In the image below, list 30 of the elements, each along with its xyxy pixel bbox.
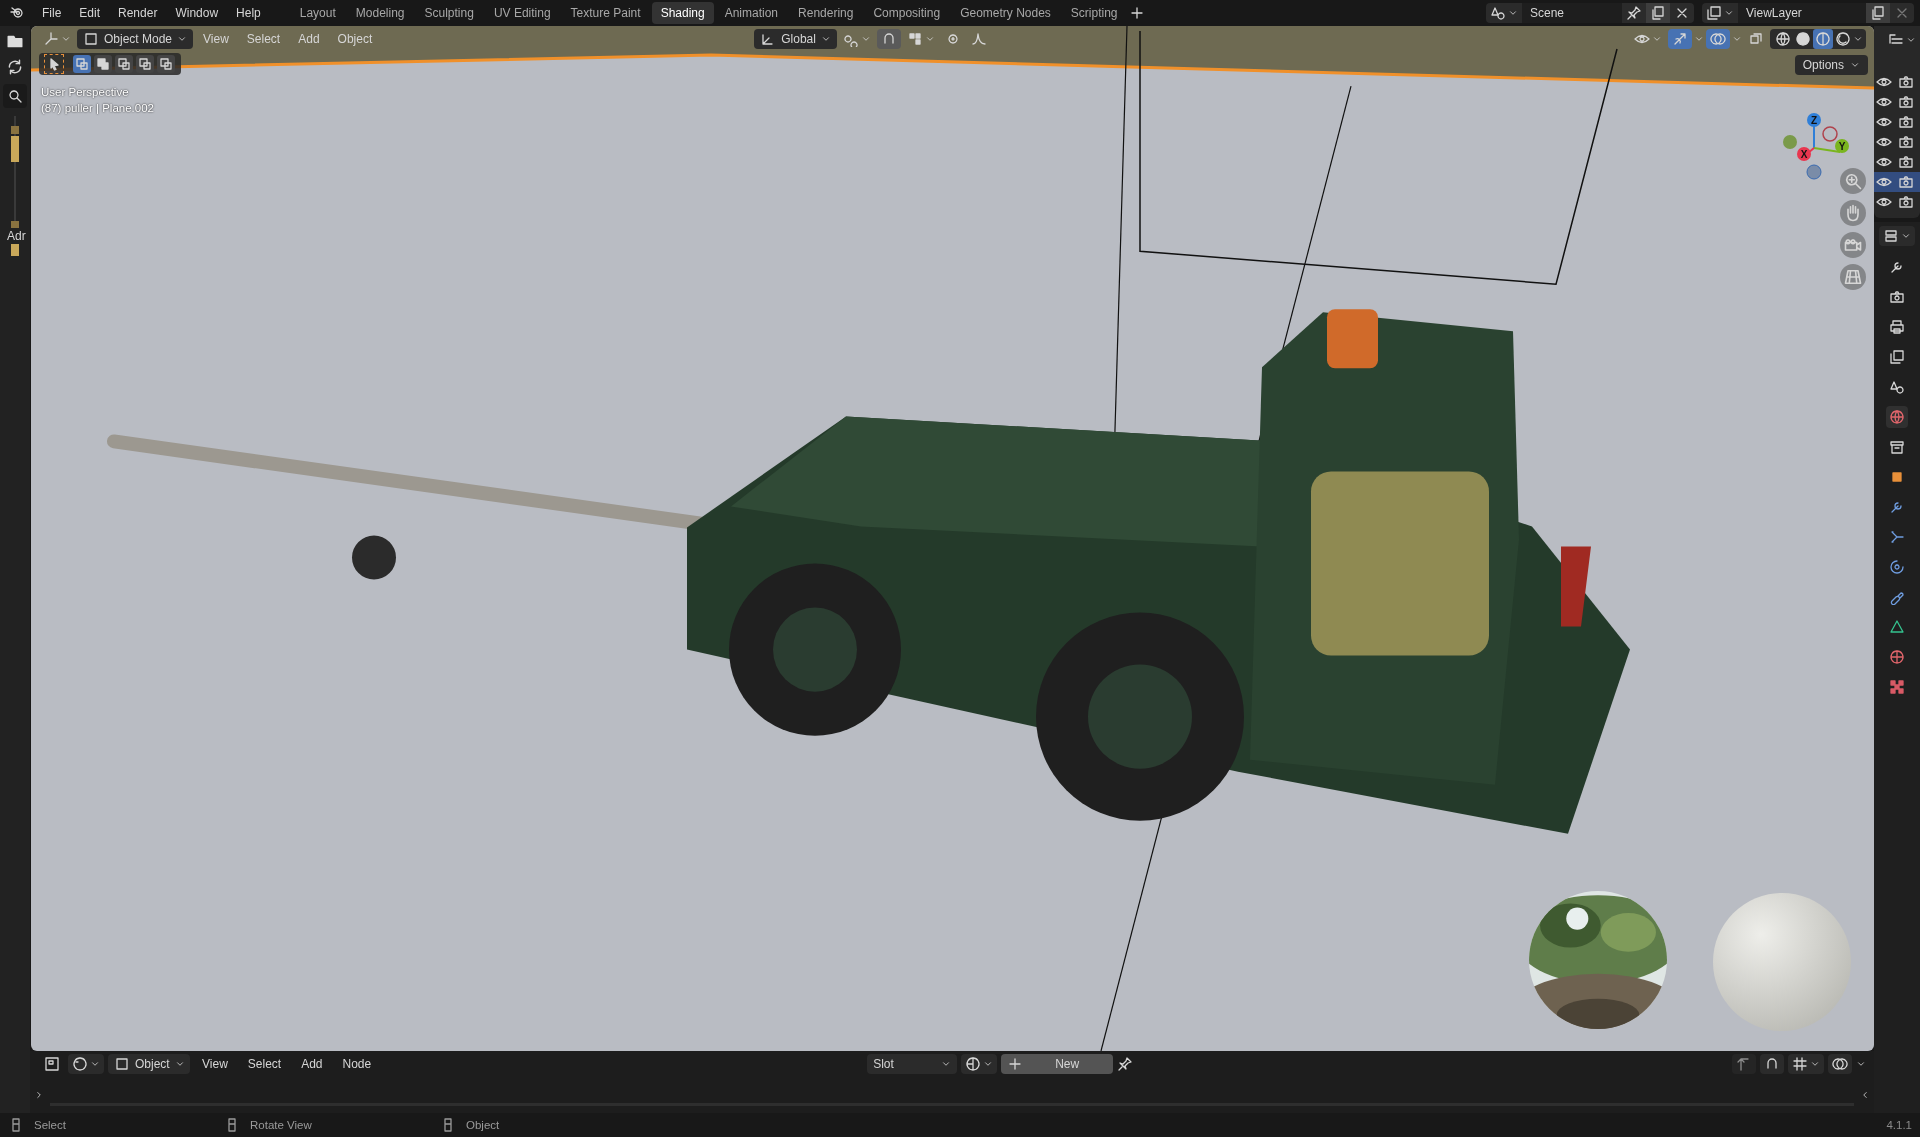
menu-item[interactable]: Edit xyxy=(71,3,109,23)
workspace-tab[interactable]: Scripting xyxy=(1061,2,1127,24)
menu-item[interactable]: Node xyxy=(334,1054,380,1074)
workspace-tab[interactable]: Geometry Nodes xyxy=(951,2,1060,24)
status-text: Rotate View xyxy=(250,1119,312,1131)
menu-item[interactable]: Window xyxy=(167,3,227,23)
menu-item[interactable]: Render xyxy=(110,3,166,23)
workspace-tab[interactable]: UV Editing xyxy=(484,2,560,24)
view-layer-field[interactable]: ViewLayer xyxy=(1738,3,1866,23)
status-text: Select xyxy=(34,1119,66,1131)
menu-item[interactable]: File xyxy=(34,3,70,23)
menu-item[interactable]: Help xyxy=(228,3,269,23)
workspace-tab[interactable]: Compositing xyxy=(864,2,950,24)
workspace-tab[interactable]: Animation xyxy=(715,2,788,24)
scene-field[interactable]: Scene xyxy=(1522,3,1622,23)
panel-label: Adr xyxy=(6,228,27,244)
status-text: Object xyxy=(466,1119,500,1131)
workspace-tab[interactable]: Shading xyxy=(651,2,714,24)
workspace-tab[interactable]: Texture Paint xyxy=(561,2,650,24)
menu-item[interactable]: Select xyxy=(239,1054,290,1074)
version-text: 4.1.1 xyxy=(1886,1119,1912,1131)
menu-item[interactable]: Add xyxy=(293,1054,331,1074)
workspace-tab[interactable]: Sculpting xyxy=(415,2,483,24)
slot-dropdown[interactable]: Slot xyxy=(867,1054,958,1074)
new-material-button[interactable]: New xyxy=(1001,1054,1114,1074)
workspace-tab[interactable]: Modeling xyxy=(346,2,414,24)
workspace-tab[interactable]: Layout xyxy=(290,2,345,24)
object-dropdown[interactable]: Object xyxy=(108,1054,190,1074)
workspace-tab[interactable]: Rendering xyxy=(789,2,863,24)
menu-item[interactable]: View xyxy=(194,1054,236,1074)
